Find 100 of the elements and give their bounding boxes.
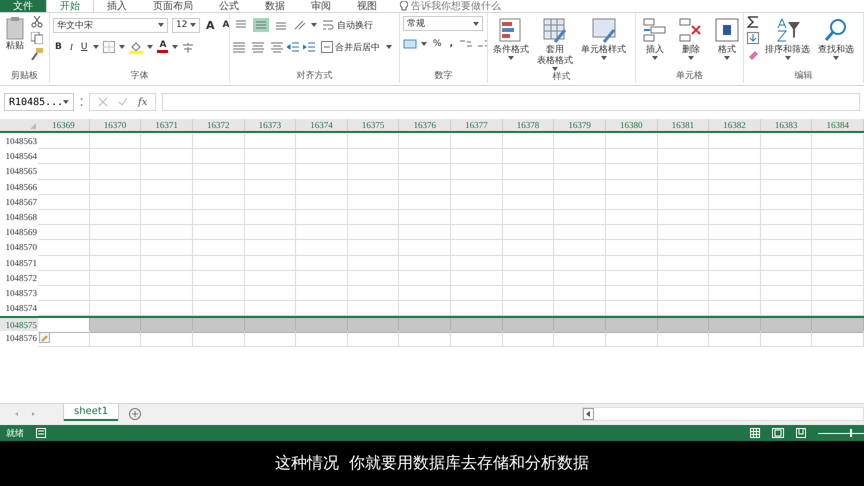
grid-cell[interactable] <box>658 210 710 226</box>
grid-cell[interactable] <box>141 240 193 256</box>
grid-cell[interactable] <box>451 134 503 150</box>
grid-cell[interactable] <box>760 240 812 256</box>
page-break-icon[interactable] <box>796 428 806 438</box>
grid-cell[interactable] <box>192 331 244 347</box>
grid-cell[interactable] <box>554 180 606 195</box>
grid-cell[interactable] <box>451 210 503 226</box>
grid-cell[interactable] <box>554 270 606 286</box>
grid-cell[interactable] <box>709 286 761 302</box>
grid-cell[interactable] <box>348 318 400 334</box>
grid-cell[interactable] <box>502 301 554 316</box>
horizontal-align-icon[interactable] <box>251 41 265 53</box>
grid-cell[interactable] <box>658 149 710 164</box>
ribbon-tab[interactable]: 文件 <box>0 0 46 12</box>
grid-cell[interactable] <box>399 240 451 256</box>
grid-cell[interactable] <box>709 194 761 210</box>
grid-cell[interactable] <box>658 180 710 195</box>
comma-button[interactable]: , <box>448 38 455 50</box>
horizontal-align-icon[interactable] <box>233 41 247 53</box>
grid-cell[interactable] <box>38 301 90 316</box>
grid-cell[interactable] <box>296 331 348 347</box>
number-format-dropdown[interactable]: 常规 <box>403 16 483 31</box>
grid-cell[interactable] <box>38 286 90 302</box>
font-name-dropdown[interactable]: 华文中宋 <box>53 18 168 32</box>
grid-cell[interactable] <box>141 331 193 347</box>
grid-cell[interactable] <box>38 240 90 256</box>
ribbon-tab[interactable]: 公式 <box>206 0 252 12</box>
grid-cell[interactable] <box>554 240 606 256</box>
ribbon-tab[interactable]: 视图 <box>344 0 390 12</box>
grid-cell[interactable] <box>192 225 244 240</box>
border-icon[interactable] <box>103 41 116 53</box>
grid-cell[interactable] <box>90 180 142 195</box>
grid-cell[interactable] <box>399 286 451 302</box>
ribbon-tab[interactable]: 审阅 <box>298 0 344 12</box>
grid-cell[interactable] <box>348 180 400 195</box>
grid-cell[interactable] <box>709 301 761 316</box>
grid-cell[interactable] <box>760 149 812 164</box>
ribbon-tab[interactable]: 数据 <box>252 0 298 12</box>
column-header[interactable]: 16382 <box>709 119 761 131</box>
grid-cell[interactable] <box>244 134 296 150</box>
grid-cell[interactable] <box>451 270 503 286</box>
grid-cell[interactable] <box>451 225 503 240</box>
tell-me-search[interactable]: 告诉我你想要做什么 <box>411 1 501 12</box>
grid-cell[interactable] <box>244 318 296 334</box>
check-icon[interactable] <box>118 97 128 107</box>
font-size-dropdown[interactable]: 12 <box>172 18 200 32</box>
ribbon-button[interactable]: 条件格式 <box>491 16 531 71</box>
grid-cell[interactable] <box>399 194 451 210</box>
grid-cell[interactable] <box>709 134 761 150</box>
grid-cell[interactable] <box>709 210 761 226</box>
grid-cell[interactable] <box>399 331 451 347</box>
vertical-align-icon[interactable] <box>253 18 269 32</box>
grid-cell[interactable] <box>244 256 296 271</box>
grid-cell[interactable] <box>296 134 348 150</box>
grid-cell[interactable] <box>451 194 503 210</box>
grid-cell[interactable] <box>192 240 244 256</box>
grid-cell[interactable] <box>606 134 658 150</box>
grid-cell[interactable] <box>399 164 451 180</box>
column-header[interactable]: 16376 <box>399 119 451 131</box>
grid-cell[interactable] <box>90 301 142 316</box>
grid-cell[interactable] <box>502 194 554 210</box>
grid-cell[interactable] <box>296 194 348 210</box>
grid-cell[interactable] <box>192 194 244 210</box>
grid-cell[interactable] <box>554 286 606 302</box>
grid-cell[interactable] <box>812 331 864 347</box>
grid-cell[interactable] <box>244 164 296 180</box>
grid-cell[interactable] <box>554 210 606 226</box>
phonetic-icon[interactable] <box>182 41 194 53</box>
column-header[interactable]: 16380 <box>606 119 658 131</box>
grid-cell[interactable] <box>90 225 142 240</box>
ribbon-button[interactable]: 排序和筛选 <box>763 16 812 70</box>
column-header[interactable]: 16375 <box>348 119 400 131</box>
grid-cell[interactable] <box>554 134 606 150</box>
percent-button[interactable]: % <box>431 38 444 50</box>
grid-cell[interactable] <box>554 164 606 180</box>
wrap-text-button[interactable]: 自动换行 <box>321 18 375 32</box>
grid-cell[interactable] <box>658 286 710 302</box>
grid-cell[interactable] <box>812 134 864 150</box>
grid-cell[interactable] <box>90 240 142 256</box>
grid-cell[interactable] <box>812 318 864 334</box>
ribbon-button[interactable]: 单元格样式 <box>579 16 628 71</box>
grid-cell[interactable] <box>348 286 400 302</box>
sheet-tab[interactable]: sheet1 <box>64 404 118 421</box>
clipboard-icon[interactable] <box>5 16 25 40</box>
grid-cell[interactable] <box>348 331 400 347</box>
grid-cell[interactable] <box>658 256 710 271</box>
grid-cell[interactable] <box>658 194 710 210</box>
ribbon-button[interactable]: 插入 <box>639 16 671 70</box>
grid-cell[interactable] <box>812 180 864 195</box>
paste-button[interactable]: 粘贴 <box>3 16 27 70</box>
grid-cell[interactable] <box>606 240 658 256</box>
grid-cell[interactable] <box>192 134 244 150</box>
indent-icon[interactable] <box>303 41 315 53</box>
grid-cell[interactable] <box>244 270 296 286</box>
ribbon-button[interactable]: 查找和选 <box>816 16 856 70</box>
grid-cell[interactable] <box>141 225 193 240</box>
grid-cell[interactable] <box>244 194 296 210</box>
grid-cell[interactable] <box>606 301 658 316</box>
grid-cell[interactable] <box>399 134 451 150</box>
